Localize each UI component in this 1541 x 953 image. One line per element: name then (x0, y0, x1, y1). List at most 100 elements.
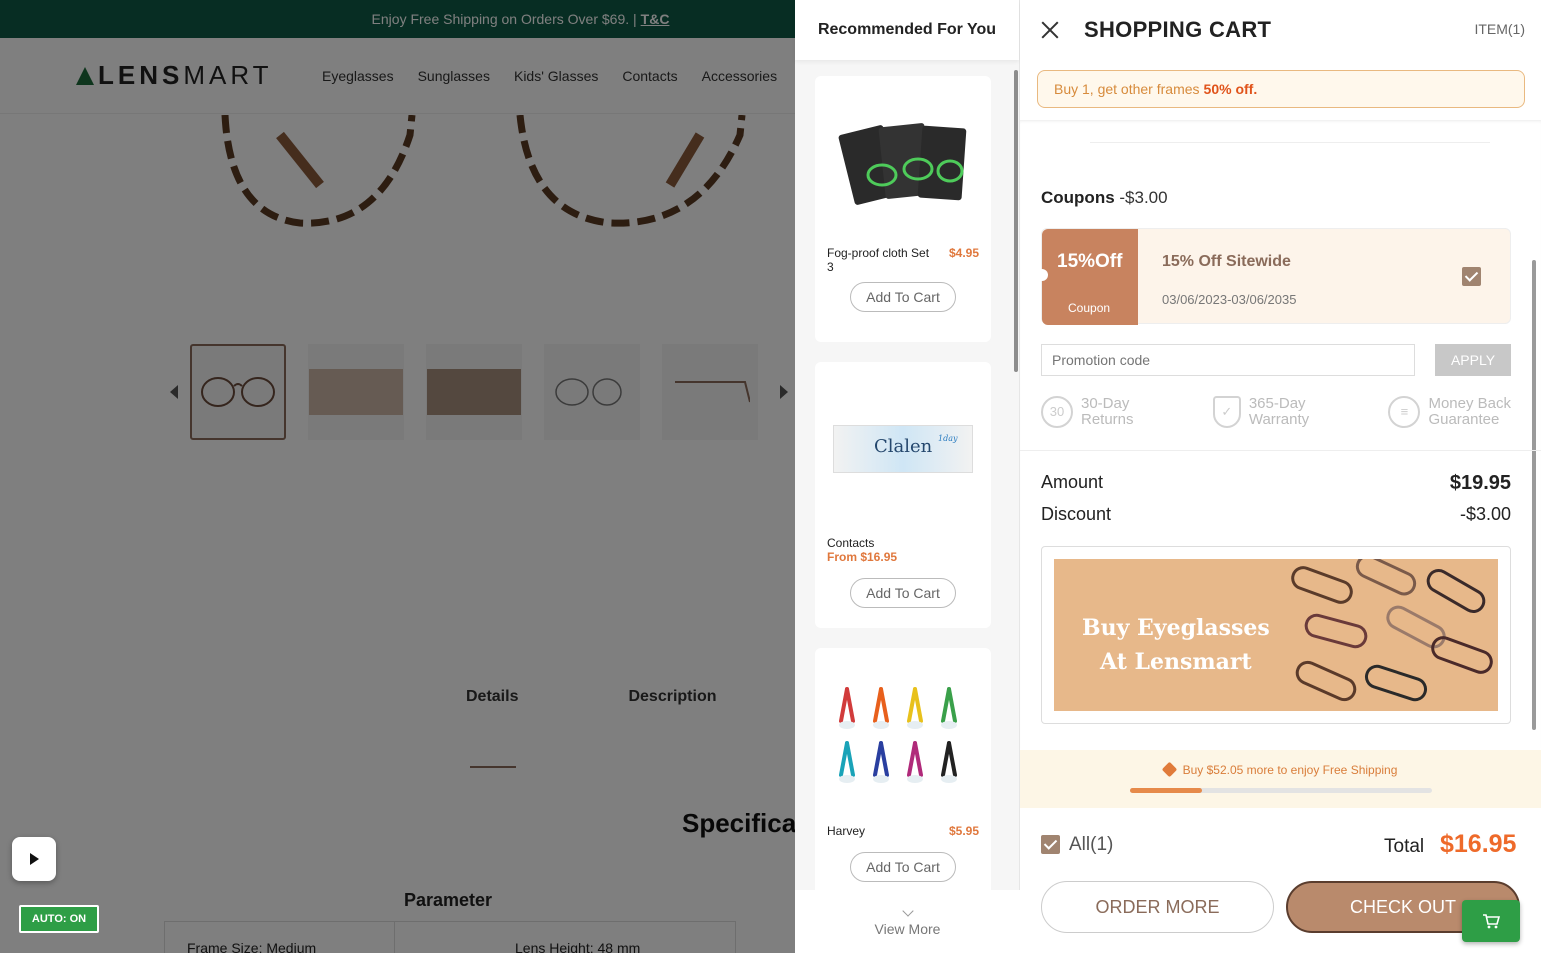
play-button[interactable] (12, 837, 56, 881)
guarantees-row: 30 30-Day Returns ✓ 365-Day Warranty ≡ Mon… (1041, 396, 1511, 428)
recommended-title: Recommended For You (795, 0, 1019, 60)
offer-banner: Buy 1, get other frames 50% off. (1037, 70, 1525, 108)
guarantee-warranty: ✓ 365-Day Warranty (1212, 395, 1310, 428)
warranty-shield-icon: ✓ (1212, 396, 1241, 428)
modal-overlay[interactable] (0, 0, 795, 953)
cart-footer: All(1) Total $16.95 ORDER MORE CHECK OUT (1020, 808, 1541, 953)
cart-scroll-area[interactable]: Coupons -$3.00 15%Off Coupon 15% Off Sit… (1020, 120, 1541, 748)
cart-item-count: ITEM(1) (1474, 21, 1525, 37)
glasses-graphic (1361, 661, 1431, 705)
recommended-panel: Recommended For You Fog-proof cloth Set … (795, 0, 1020, 953)
promo-code-input[interactable] (1041, 344, 1415, 376)
free-shipping-text-row: Buy $52.05 more to enjoy Free Shipping (1020, 761, 1541, 778)
discount-value: -$3.00 (1459, 504, 1511, 524)
money-back-icon: ≡ (1388, 396, 1421, 428)
product-name: Harvey (827, 824, 866, 838)
coupons-heading: Coupons -$3.00 (1041, 188, 1168, 208)
contacts-brand: Clalen (874, 436, 933, 457)
shipping-progress-fill (1130, 788, 1203, 793)
amount-value: $19.95 (1449, 472, 1511, 494)
recommended-item[interactable]: Fog-proof cloth Set 3 $4.95 Add To Cart (815, 76, 991, 342)
glasses-graphic (1351, 559, 1421, 600)
product-image[interactable] (815, 76, 991, 246)
cart-fab-button[interactable] (1462, 900, 1520, 942)
coupon-name: 15% Off Sitewide (1162, 253, 1291, 270)
guarantee-line1: 30-Day (1081, 395, 1130, 412)
amount-label: Amount (1041, 472, 1104, 492)
shopping-cart-panel: SHOPPING CART ITEM(1) Buy 1, get other f… (1020, 0, 1541, 953)
product-name: Contacts (827, 536, 875, 550)
close-icon[interactable] (1040, 20, 1060, 40)
glasses-graphic (1287, 562, 1357, 608)
cart-icon (1483, 914, 1500, 929)
product-price: From $16.95 (827, 550, 898, 564)
play-icon (29, 853, 39, 865)
guarantee-line2: Returns (1081, 411, 1134, 428)
guarantee-money-back: ≡ Money Back Guarantee (1388, 396, 1511, 428)
glasses-graphic (1422, 564, 1490, 618)
glasses-graphic (1291, 657, 1361, 705)
coupons-value: -$3.00 (1119, 188, 1168, 207)
promo-banner-box: Buy Eyeglasses At Lensmart (1041, 546, 1511, 724)
amount-row: Amount $19.95 (1041, 472, 1511, 495)
recommended-item[interactable]: Clalen 1day Contacts From $16.95 Add To … (815, 362, 991, 628)
recommended-item[interactable]: Harvey $5.95 Add To Cart (815, 648, 991, 890)
guarantee-line1: Money Back (1428, 395, 1511, 412)
coupon-badge-label: Coupon (1068, 301, 1111, 315)
add-to-cart-button[interactable]: Add To Cart (850, 282, 956, 312)
product-name-row: Contacts From $16.95 (815, 536, 991, 564)
product-name-row: Fog-proof cloth Set 3 $4.95 (815, 246, 991, 274)
total-value: $16.95 (1440, 830, 1517, 858)
view-more-label: View More (874, 920, 941, 937)
coupons-label: Coupons (1041, 188, 1115, 207)
banner-text: Buy Eyeglasses At Lensmart (1082, 611, 1270, 679)
coupon-card[interactable]: 15%Off Coupon 15% Off Sitewide 03/06/202… (1036, 228, 1511, 325)
apply-button[interactable]: APPLY (1435, 344, 1511, 376)
30-day-returns-icon: 30 (1041, 396, 1073, 428)
buy-eyeglasses-banner[interactable]: Buy Eyeglasses At Lensmart (1054, 559, 1498, 711)
recommended-scroll-thumb[interactable] (1014, 70, 1018, 372)
recommended-list[interactable]: Fog-proof cloth Set 3 $4.95 Add To Cart … (795, 60, 1020, 890)
coupon-notch (1036, 269, 1048, 281)
divider (1020, 450, 1541, 451)
chevron-down-icon (901, 904, 914, 917)
select-all-checkbox[interactable] (1041, 835, 1060, 854)
product-image[interactable]: Clalen 1day (815, 362, 991, 536)
guarantee-returns: 30 30-Day Returns (1041, 396, 1134, 428)
view-more-button[interactable]: View More (795, 890, 1020, 953)
coupon-badge: 15%Off Coupon (1036, 229, 1138, 325)
banner-line2: At Lensmart (1100, 649, 1252, 675)
free-shipping-text: Buy $52.05 more to enjoy Free Shipping (1182, 763, 1398, 777)
total-label: Total (1384, 836, 1425, 857)
guarantee-line2: Warranty (1248, 411, 1310, 428)
discount-row: Discount -$3.00 (1041, 504, 1511, 525)
auto-badge[interactable]: AUTO: ON (19, 905, 99, 933)
coupon-badge-value: 15%Off (1057, 251, 1123, 272)
discount-label: Discount (1041, 504, 1112, 524)
add-to-cart-button[interactable]: Add To Cart (850, 578, 956, 608)
order-more-button[interactable]: ORDER MORE (1041, 881, 1274, 933)
offer-text: Buy 1, get other frames (1054, 81, 1200, 97)
product-name-row: Harvey $5.95 (815, 824, 991, 838)
banner-line1: Buy Eyeglasses (1082, 615, 1270, 641)
free-shipping-bar: Buy $52.05 more to enjoy Free Shipping (1020, 750, 1541, 808)
cart-title: SHOPPING CART (1084, 17, 1272, 42)
add-to-cart-button[interactable]: Add To Cart (850, 852, 956, 882)
shipping-progress-track (1130, 788, 1432, 793)
guarantee-line1: 365-Day (1248, 395, 1306, 412)
product-image[interactable] (815, 648, 991, 824)
cart-header: SHOPPING CART ITEM(1) (1020, 0, 1541, 60)
offer-highlight: 50% off. (1203, 81, 1258, 97)
coupon-checkbox[interactable] (1462, 267, 1481, 286)
cart-scroll-thumb[interactable] (1532, 260, 1536, 730)
tag-icon (1161, 761, 1177, 778)
product-name: Fog-proof cloth Set 3 (827, 246, 930, 274)
glasses-graphic (1427, 632, 1497, 678)
coupon-dates: 03/06/2023-03/06/2035 (1162, 292, 1297, 307)
product-price: $4.95 (948, 246, 979, 260)
divider (1090, 142, 1490, 143)
product-price: $5.95 (948, 824, 979, 838)
select-all-label[interactable]: All(1) (1069, 834, 1113, 856)
guarantee-line2: Guarantee (1428, 411, 1500, 428)
glasses-graphic (1301, 611, 1371, 651)
